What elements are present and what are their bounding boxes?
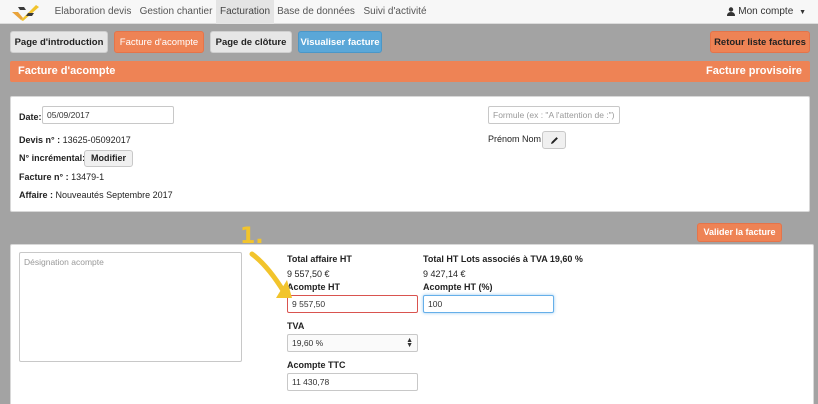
view-invoice-button[interactable]: Visualiser facture xyxy=(298,31,382,53)
facture-value: 13479-1 xyxy=(71,172,105,182)
nav-facturation[interactable]: Facturation xyxy=(216,0,274,24)
total-lots-label: Total HT Lots associés à TVA 19,60 % xyxy=(423,254,583,264)
devis-label: Devis n° : xyxy=(19,135,61,145)
facture-label: Facture n° : xyxy=(19,172,69,182)
acompte-invoice-button[interactable]: Facture d'acompte xyxy=(114,31,204,53)
facture-number: Facture n° : 13479-1 xyxy=(19,172,104,182)
total-affaire-label: Total affaire HT xyxy=(287,254,352,264)
acompte-ht-input[interactable]: 9 557,50 xyxy=(287,295,418,313)
arrow-annotation-icon xyxy=(249,251,292,298)
tva-selected-value: 19,60 % xyxy=(292,338,324,348)
caret-down-icon: ▼ xyxy=(799,9,806,16)
date-input[interactable]: 05/09/2017 xyxy=(42,106,174,124)
formule-input[interactable]: Formule (ex : "A l'attention de :") xyxy=(488,106,620,124)
account-label: Mon compte xyxy=(738,6,794,17)
designation-textarea[interactable]: Désignation acompte xyxy=(19,252,242,362)
select-arrows-icon: ▲ ▼ xyxy=(406,337,413,349)
edit-recipient-button[interactable] xyxy=(542,131,566,149)
logo-icon[interactable] xyxy=(10,3,40,21)
back-to-invoice-list-button[interactable]: Retour liste factures xyxy=(710,31,810,53)
account-menu[interactable]: Mon compte ▼ xyxy=(727,0,806,24)
affaire-value: Nouveautés Septembre 2017 xyxy=(55,190,173,200)
nav-elaboration-devis[interactable]: Elaboration devis xyxy=(50,0,136,24)
recipient-name: Prénom Nom xyxy=(488,134,542,144)
tva-select[interactable]: 19,60 % ▲ ▼ xyxy=(287,334,418,352)
incremental-label: N° incrémental: xyxy=(19,153,86,163)
affaire-label: Affaire : xyxy=(19,190,54,200)
acompte-pct-label: Acompte HT (%) xyxy=(423,282,493,292)
acompte-ht-label: Acompte HT xyxy=(287,282,341,292)
nav-gestion-chantier[interactable]: Gestion chantier xyxy=(136,0,216,24)
page-title: Facture d'acompte xyxy=(18,65,116,77)
total-lots-value: 9 427,14 € xyxy=(423,269,466,279)
acompte-ttc-label: Acompte TTC xyxy=(287,360,346,370)
date-label: Date: xyxy=(19,112,42,122)
validate-invoice-button[interactable]: Valider la facture xyxy=(697,223,782,242)
user-icon xyxy=(727,7,736,16)
intro-page-button[interactable]: Page d'introduction xyxy=(10,31,108,53)
top-navbar: Elaboration devis Gestion chantier Factu… xyxy=(0,0,818,24)
devis-value: 13625-05092017 xyxy=(62,135,131,145)
modify-incremental-button[interactable]: Modifier xyxy=(84,150,133,167)
closing-page-button[interactable]: Page de clôture xyxy=(210,31,292,53)
acompte-pct-input[interactable]: 100 xyxy=(423,295,554,313)
section-title-bar: Facture d'acompte Facture provisoire xyxy=(10,61,810,82)
nav-base-de-donnees[interactable]: Base de données xyxy=(276,0,356,24)
tva-label: TVA xyxy=(287,321,305,331)
acompte-ttc-input[interactable]: 11 430,78 xyxy=(287,373,418,391)
invoice-status: Facture provisoire xyxy=(706,65,802,77)
nav-suivi-activite[interactable]: Suivi d'activité xyxy=(358,0,432,24)
affaire: Affaire : Nouveautés Septembre 2017 xyxy=(19,190,173,200)
annotation-number: 1. xyxy=(240,224,264,249)
pencil-icon xyxy=(550,137,558,144)
devis-number: Devis n° : 13625-05092017 xyxy=(19,135,131,145)
